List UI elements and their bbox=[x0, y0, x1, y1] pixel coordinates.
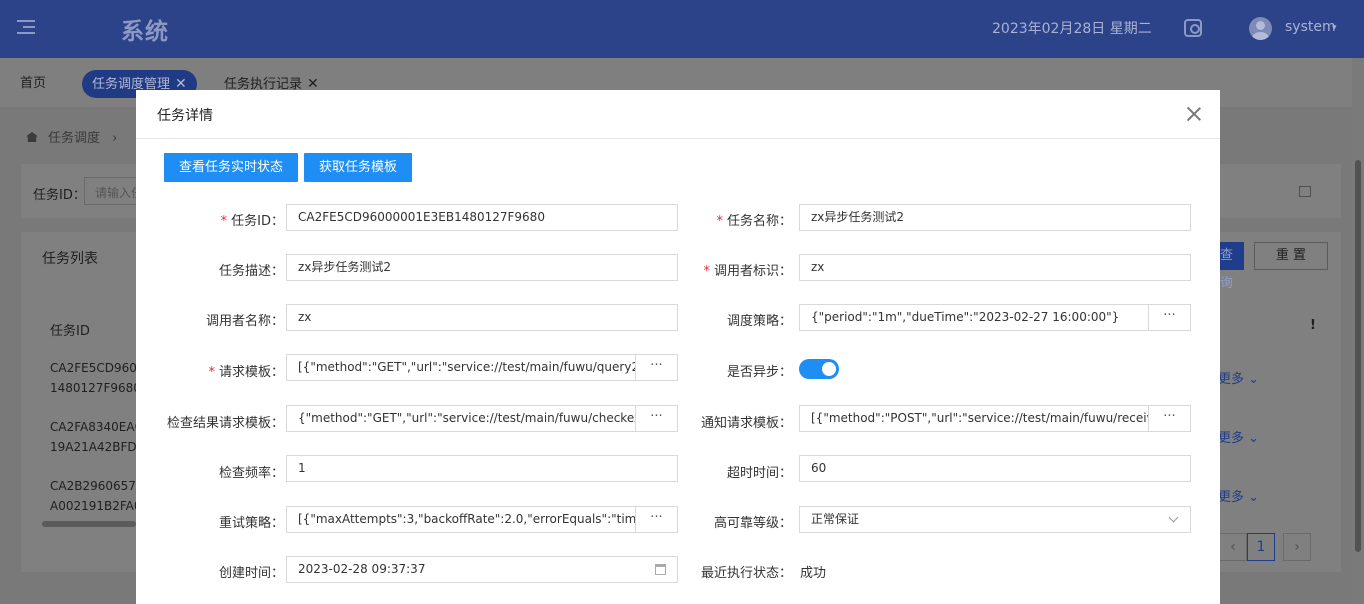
pager-prev-button[interactable]: ‹ bbox=[1219, 533, 1247, 561]
calendar-icon bbox=[1299, 186, 1311, 197]
task-detail-modal: 任务详情 查看任务实时状态 获取任务模板 * 任务ID： CA2FE5CD9600… bbox=[136, 90, 1220, 604]
task-id-filter-input[interactable]: 请输入任务ID bbox=[84, 177, 144, 205]
pager-next-button[interactable]: › bbox=[1283, 533, 1311, 561]
menu-icon[interactable] bbox=[17, 20, 35, 36]
vertical-scrollbar[interactable] bbox=[1352, 58, 1364, 604]
more-menu[interactable]: 更多 ⌄ bbox=[1218, 427, 1259, 446]
schedule-policy-label: 调度策略： bbox=[726, 314, 792, 329]
task-id-label: * 任务ID： bbox=[124, 210, 284, 229]
get-task-template-button[interactable]: 获取任务模板 bbox=[304, 153, 413, 182]
current-date: 2023年02月28日 星期二 bbox=[992, 21, 1152, 37]
last-status-label: 最近执行状态： bbox=[700, 566, 792, 581]
check-freq-label: 检查频率： bbox=[218, 466, 284, 481]
caller-id-label: * 调用者标识： bbox=[632, 260, 792, 279]
user-name[interactable]: system bbox=[1285, 19, 1336, 35]
notify-template-field[interactable]: [{"method":"POST","url":"service://test/… bbox=[799, 405, 1149, 432]
top-header: 系统 2023年02月28日 星期二 system ▾ bbox=[0, 0, 1364, 58]
horizontal-scrollbar[interactable] bbox=[42, 521, 136, 527]
required-mark: * bbox=[220, 214, 228, 229]
query-button-label: 查询 bbox=[1220, 248, 1234, 291]
column-header-mark: ! bbox=[1310, 318, 1316, 333]
qrcode-icon[interactable] bbox=[1184, 19, 1202, 37]
filter-label: 任务ID： bbox=[33, 188, 86, 203]
breadcrumb-item[interactable]: 任务调度 bbox=[48, 131, 100, 146]
schedule-policy-field[interactable]: {"period":"1m","dueTime":"2023-02-27 16:… bbox=[799, 304, 1149, 331]
more-menu[interactable]: 更多 ⌄ bbox=[1218, 368, 1259, 387]
created-at-label: 创建时间： bbox=[218, 566, 284, 581]
breadcrumb-separator: › bbox=[112, 131, 118, 146]
task-desc-label: 任务描述： bbox=[218, 264, 284, 279]
request-template-field[interactable]: [{"method":"GET","url":"service://test/m… bbox=[286, 354, 636, 381]
is-async-label: 是否异步： bbox=[726, 365, 792, 380]
task-desc-field[interactable]: zx异步任务测试2 bbox=[286, 254, 678, 281]
modal-header: 任务详情 bbox=[136, 90, 1220, 139]
task-name-label-text: 任务名称： bbox=[726, 214, 792, 229]
view-realtime-status-button[interactable]: 查看任务实时状态 bbox=[164, 153, 299, 182]
row-id-line: 19A21A42BFD0 bbox=[50, 440, 138, 454]
task-name-label: * 任务名称： bbox=[632, 210, 792, 229]
task-name-field[interactable]: zx异步任务测试2 bbox=[799, 204, 1191, 231]
ha-level-label: 高可靠等级： bbox=[713, 516, 792, 531]
check-freq-field[interactable]: 1 bbox=[286, 455, 678, 482]
task-id-field[interactable]: CA2FE5CD96000001E3EB1480127F9680 bbox=[286, 204, 678, 231]
check-template-field[interactable]: {"method":"GET","url":"service://test/ma… bbox=[286, 405, 636, 432]
timeout-label: 超时时间： bbox=[726, 466, 792, 481]
request-template-label-text: 请求模板： bbox=[218, 365, 284, 380]
modal-title: 任务详情 bbox=[157, 108, 213, 124]
check-template-label: 检查结果请求模板： bbox=[166, 416, 284, 431]
is-async-toggle[interactable] bbox=[799, 359, 839, 379]
request-template-label: * 请求模板： bbox=[124, 361, 284, 380]
chevron-down-icon[interactable]: ▾ bbox=[1332, 23, 1337, 33]
caller-name-field[interactable]: zx bbox=[286, 304, 678, 331]
last-status-value: 成功 bbox=[800, 566, 827, 581]
caller-name-label: 调用者名称： bbox=[205, 314, 284, 329]
reset-button[interactable]: 重 置 bbox=[1254, 242, 1328, 270]
table-row[interactable]: CA2B296065700000 A002191B2FA0 bbox=[50, 476, 138, 516]
more-menu[interactable]: 更多 ⌄ bbox=[1218, 486, 1259, 505]
row-id-line: 1480127F9680 bbox=[50, 381, 138, 395]
task-id-label-text: 任务ID： bbox=[231, 214, 284, 229]
caller-id-label-text: 调用者标识： bbox=[713, 264, 792, 279]
created-at-field[interactable]: 2023-02-28 09:37:37 bbox=[286, 556, 678, 583]
schedule-policy-more-button[interactable]: ··· bbox=[1149, 304, 1191, 331]
breadcrumb: 任务调度 › bbox=[26, 127, 117, 146]
query-button[interactable]: 查询 bbox=[1220, 242, 1244, 291]
list-title: 任务列表 bbox=[42, 251, 98, 267]
tab-home[interactable]: 首页 bbox=[20, 70, 46, 98]
app-title: 系统 bbox=[121, 19, 169, 45]
required-mark: * bbox=[208, 365, 215, 380]
retry-policy-label: 重试策略： bbox=[218, 516, 284, 531]
retry-policy-field[interactable]: [{"maxAttempts":3,"backoffRate":2.0,"err… bbox=[286, 506, 636, 533]
required-mark: * bbox=[716, 214, 723, 229]
notify-template-label: 通知请求模板： bbox=[700, 416, 792, 431]
tab-label: 首页 bbox=[20, 76, 47, 91]
pager-page-button[interactable]: 1 bbox=[1247, 533, 1275, 561]
avatar[interactable] bbox=[1249, 17, 1272, 40]
column-header-task-id: 任务ID bbox=[50, 324, 90, 339]
required-mark: * bbox=[703, 264, 710, 279]
scrollbar-thumb[interactable] bbox=[1355, 160, 1361, 552]
close-icon[interactable] bbox=[1185, 105, 1203, 123]
caller-id-field[interactable]: zx bbox=[799, 254, 1191, 281]
notify-template-more-button[interactable]: ··· bbox=[1149, 405, 1191, 432]
home-icon[interactable] bbox=[26, 132, 38, 142]
timeout-field[interactable]: 60 bbox=[799, 455, 1191, 482]
ha-level-select[interactable]: 正常保证 bbox=[799, 506, 1191, 533]
